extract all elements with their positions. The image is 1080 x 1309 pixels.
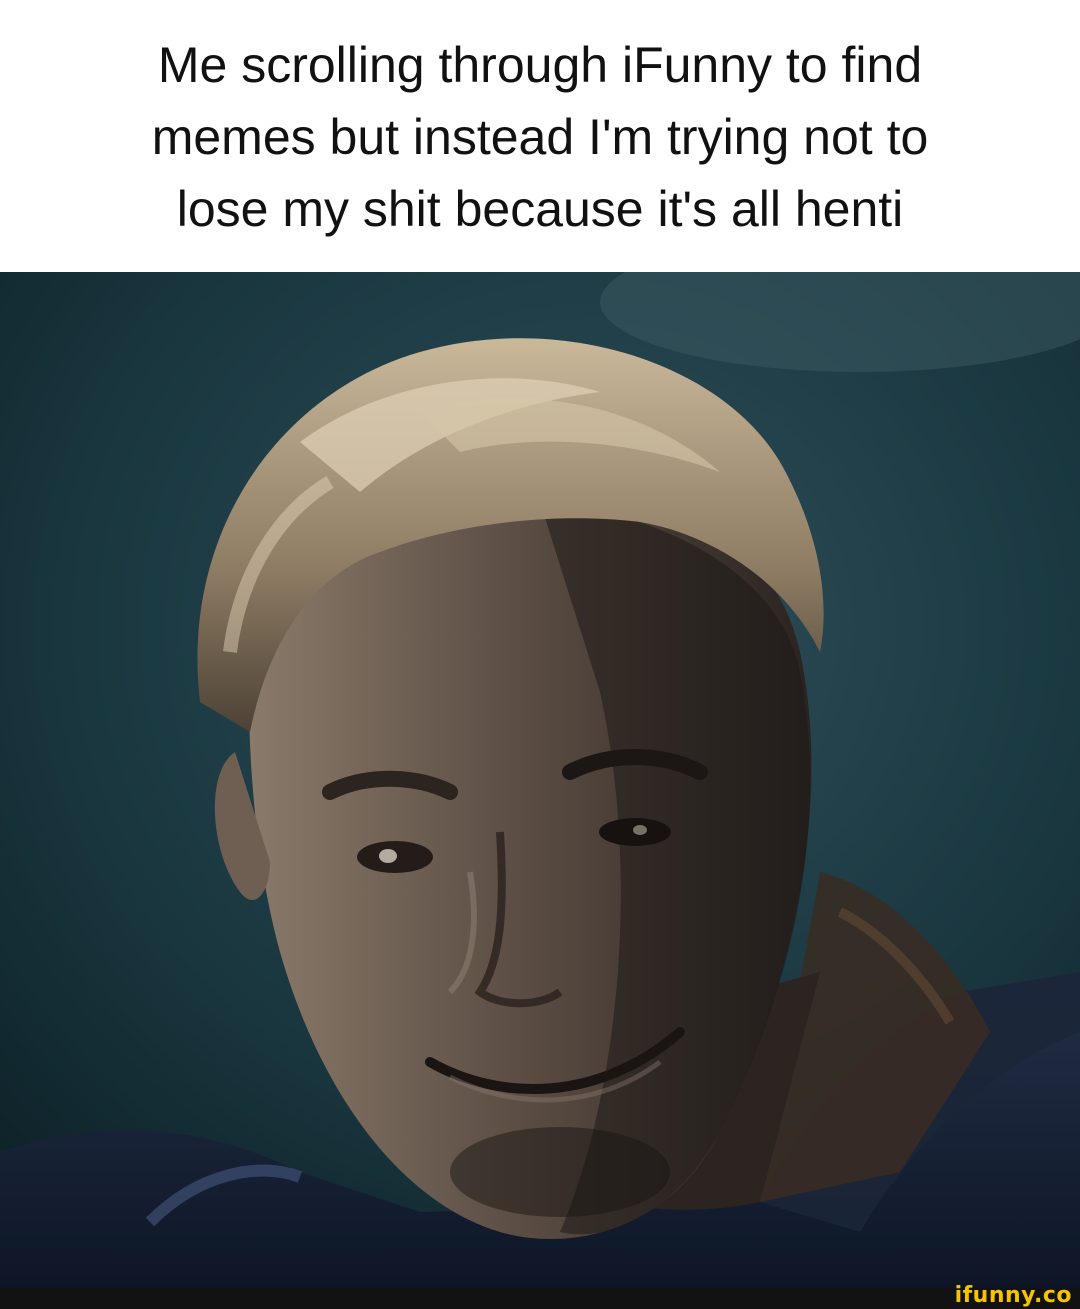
caption-line-1: Me scrolling through iFunny to find [157,37,923,93]
caption-line-2: memes but instead I'm trying not to [151,109,929,165]
caption-line-3: lose my shit because it's all henti [176,181,904,237]
meme-caption: Me scrolling through iFunny to find meme… [0,0,1080,272]
smirking-man-illustration [0,272,1080,1288]
footer-bar [0,1288,1080,1309]
meme-photo [0,272,1080,1288]
meme-post: Me scrolling through iFunny to find meme… [0,0,1080,1309]
ifunny-watermark: ifunny.co [954,1283,1072,1308]
